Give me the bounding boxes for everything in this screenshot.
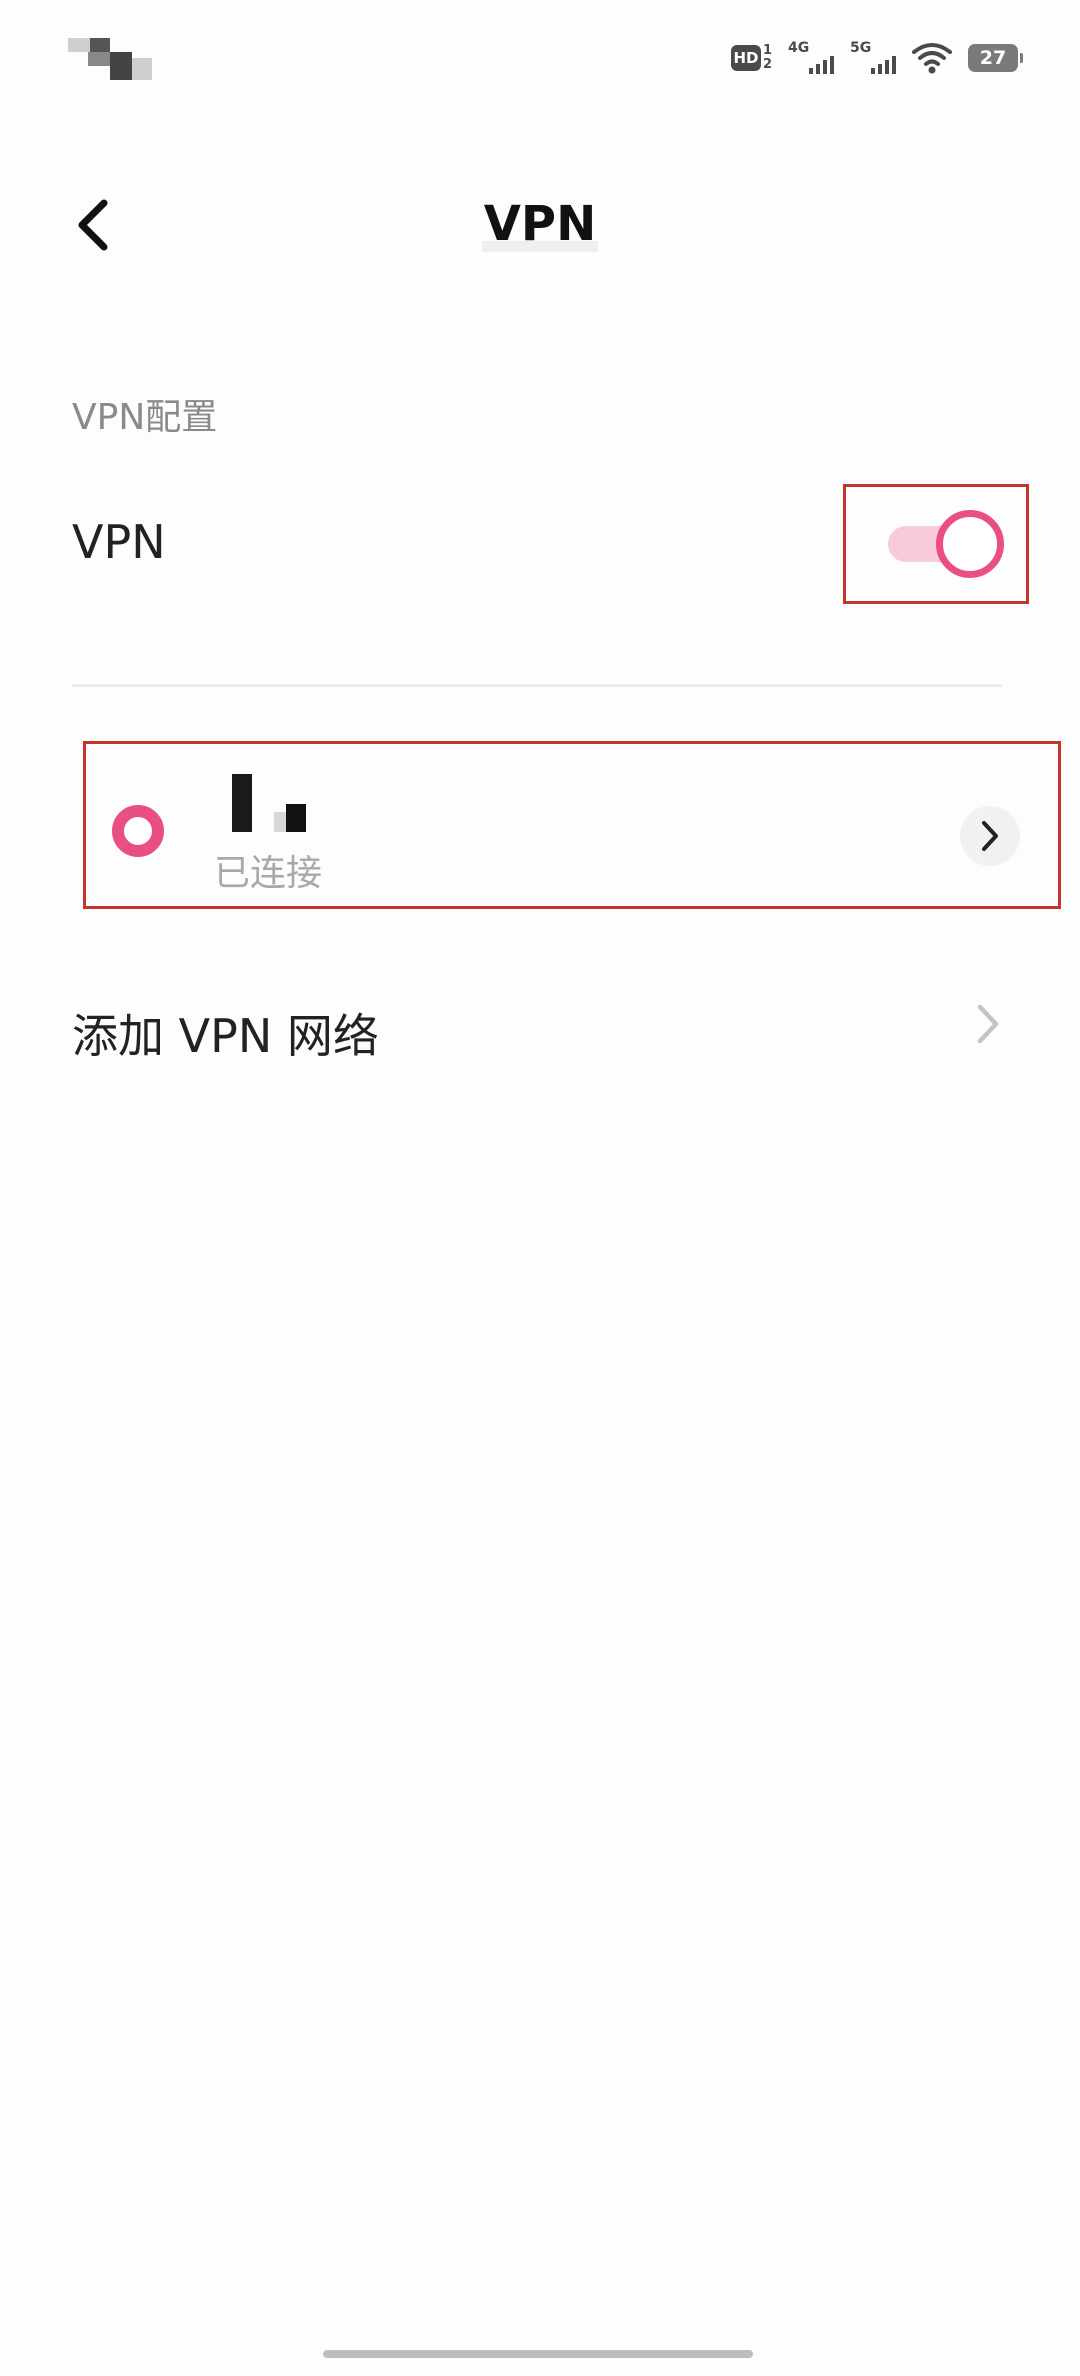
selected-radio-icon bbox=[112, 805, 164, 857]
status-bar-app-icon bbox=[68, 38, 152, 80]
divider bbox=[72, 684, 1002, 687]
vpn-toggle-switch[interactable] bbox=[888, 508, 1004, 578]
chevron-right-icon bbox=[982, 821, 998, 851]
wifi-icon bbox=[912, 43, 952, 74]
add-vpn-network-label: 添加 VPN 网络 bbox=[72, 1009, 379, 1063]
vpn-toggle-label: VPN bbox=[72, 515, 166, 569]
vpn-settings-screen: HD 1 2 4G 5G 27 VPN VPN配置 VPN 已连接 添加 VPN… bbox=[0, 0, 1080, 2376]
hd-voice-icon: HD 1 2 bbox=[730, 44, 772, 72]
page-title: VPN bbox=[481, 196, 599, 252]
vpn-profile-item[interactable]: 已连接 bbox=[86, 744, 1058, 906]
vpn-profile-detail-button[interactable] bbox=[960, 806, 1020, 866]
section-label-vpn-config: VPN配置 bbox=[72, 397, 218, 438]
battery-icon: 27 bbox=[968, 44, 1023, 72]
home-indicator[interactable] bbox=[323, 2350, 753, 2358]
add-vpn-network-row[interactable]: 添加 VPN 网络 bbox=[0, 980, 1080, 1080]
vpn-profile-status: 已连接 bbox=[214, 853, 323, 894]
chevron-right-icon bbox=[977, 1004, 999, 1044]
signal-5g-icon: 5G bbox=[850, 40, 896, 76]
toggle-knob bbox=[936, 510, 1004, 578]
signal-4g-icon: 4G bbox=[788, 40, 834, 76]
status-bar-icons: HD 1 2 4G 5G 27 bbox=[730, 40, 1023, 76]
vpn-profile-name-redacted bbox=[220, 774, 330, 836]
